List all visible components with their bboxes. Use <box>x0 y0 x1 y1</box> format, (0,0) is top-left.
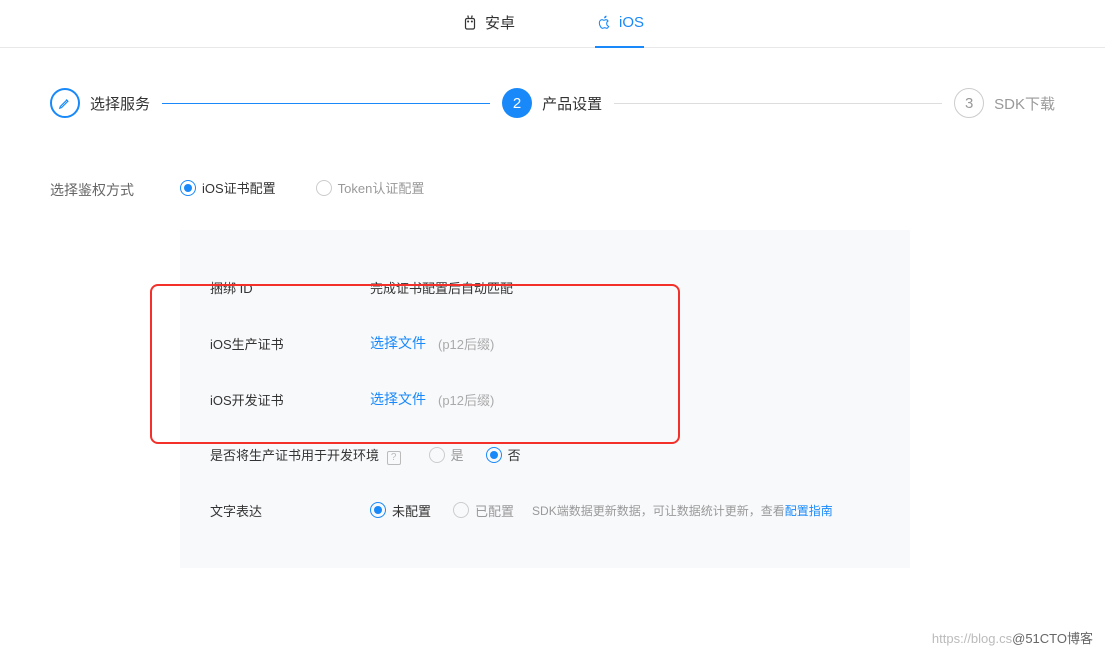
radio-unconfigured[interactable]: 未配置 <box>370 501 431 520</box>
row-prod-cert: iOS生产证书 选择文件 (p12后缀) <box>180 315 910 371</box>
row-bundle-id: 捆绑 ID 完成证书配置后自动匹配 <box>180 260 910 315</box>
tab-ios[interactable]: iOS <box>595 0 644 47</box>
auth-method-section: 选择鉴权方式 iOS证书配置 Token认证配置 <box>50 178 1055 200</box>
platform-tabs: 安卓 iOS <box>0 0 1105 48</box>
step-2-label: 产品设置 <box>542 93 602 114</box>
connector-2 <box>614 103 942 104</box>
main-content: 选择服务 2 产品设置 3 SDK下载 选择鉴权方式 iOS证书配置 Token… <box>0 48 1105 568</box>
step-2[interactable]: 2 产品设置 <box>502 88 602 118</box>
prod-cert-choose-file[interactable]: 选择文件 <box>370 333 426 353</box>
text-expr-desc: SDK端数据更新数据，可让数据统计更新，查看配置指南 <box>532 502 833 519</box>
bundle-id-label: 捆绑 ID <box>210 278 370 297</box>
pencil-icon <box>50 88 80 118</box>
dev-cert-label: iOS开发证书 <box>210 390 370 409</box>
stepper: 选择服务 2 产品设置 3 SDK下载 <box>50 88 1055 118</box>
prod-for-dev-radios: 是 否 <box>429 445 521 464</box>
step-3-number: 3 <box>954 88 984 118</box>
dev-cert-hint: (p12后缀) <box>438 390 494 409</box>
step-1[interactable]: 选择服务 <box>50 88 150 118</box>
android-icon <box>461 14 479 32</box>
step-2-number: 2 <box>502 88 532 118</box>
radio-no[interactable]: 否 <box>486 445 521 464</box>
radio-yes[interactable]: 是 <box>429 445 464 464</box>
row-dev-cert: iOS开发证书 选择文件 (p12后缀) <box>180 371 910 427</box>
radio-configured[interactable]: 已配置 <box>453 501 514 520</box>
watermark: https://blog.cs@51CTO博客 <box>932 628 1093 647</box>
bundle-id-value: 完成证书配置后自动匹配 <box>370 278 513 297</box>
prod-cert-label: iOS生产证书 <box>210 334 370 353</box>
radio-icon <box>486 447 502 463</box>
config-guide-link[interactable]: 配置指南 <box>785 504 833 518</box>
prod-cert-hint: (p12后缀) <box>438 334 494 353</box>
radio-icon <box>370 502 386 518</box>
radio-ios-cert-label: iOS证书配置 <box>202 178 276 197</box>
dev-cert-choose-file[interactable]: 选择文件 <box>370 389 426 409</box>
radio-configured-label: 已配置 <box>475 501 514 520</box>
text-expr-radios: 未配置 已配置 <box>370 501 514 520</box>
radio-no-label: 否 <box>508 445 521 464</box>
radio-token-auth[interactable]: Token认证配置 <box>316 178 425 197</box>
tab-ios-label: iOS <box>619 14 644 31</box>
config-panel: 捆绑 ID 完成证书配置后自动匹配 iOS生产证书 选择文件 (p12后缀) i… <box>180 230 910 568</box>
step-1-label: 选择服务 <box>90 93 150 114</box>
help-icon[interactable]: ? <box>387 451 401 465</box>
radio-icon <box>429 447 445 463</box>
apple-icon <box>595 14 613 32</box>
prod-for-dev-label: 是否将生产证书用于开发环境 ? <box>210 445 401 465</box>
radio-token-auth-label: Token认证配置 <box>338 178 425 197</box>
row-prod-for-dev: 是否将生产证书用于开发环境 ? 是 否 <box>180 427 910 483</box>
step-3[interactable]: 3 SDK下载 <box>954 88 1055 118</box>
step-3-label: SDK下载 <box>994 93 1055 114</box>
radio-unconfigured-label: 未配置 <box>392 501 431 520</box>
connector-1 <box>162 103 490 104</box>
auth-method-label: 选择鉴权方式 <box>50 178 140 200</box>
auth-radio-group: iOS证书配置 Token认证配置 <box>180 178 424 197</box>
radio-icon <box>453 502 469 518</box>
radio-icon <box>316 180 332 196</box>
tab-android-label: 安卓 <box>485 12 515 33</box>
text-expr-label: 文字表达 <box>210 501 370 520</box>
radio-ios-cert[interactable]: iOS证书配置 <box>180 178 276 197</box>
radio-icon <box>180 180 196 196</box>
radio-yes-label: 是 <box>451 445 464 464</box>
tab-android[interactable]: 安卓 <box>461 0 515 47</box>
row-text-expr: 文字表达 未配置 已配置 SDK端数据更新数据，可让数据统计更新，查看配置指南 <box>180 483 910 538</box>
